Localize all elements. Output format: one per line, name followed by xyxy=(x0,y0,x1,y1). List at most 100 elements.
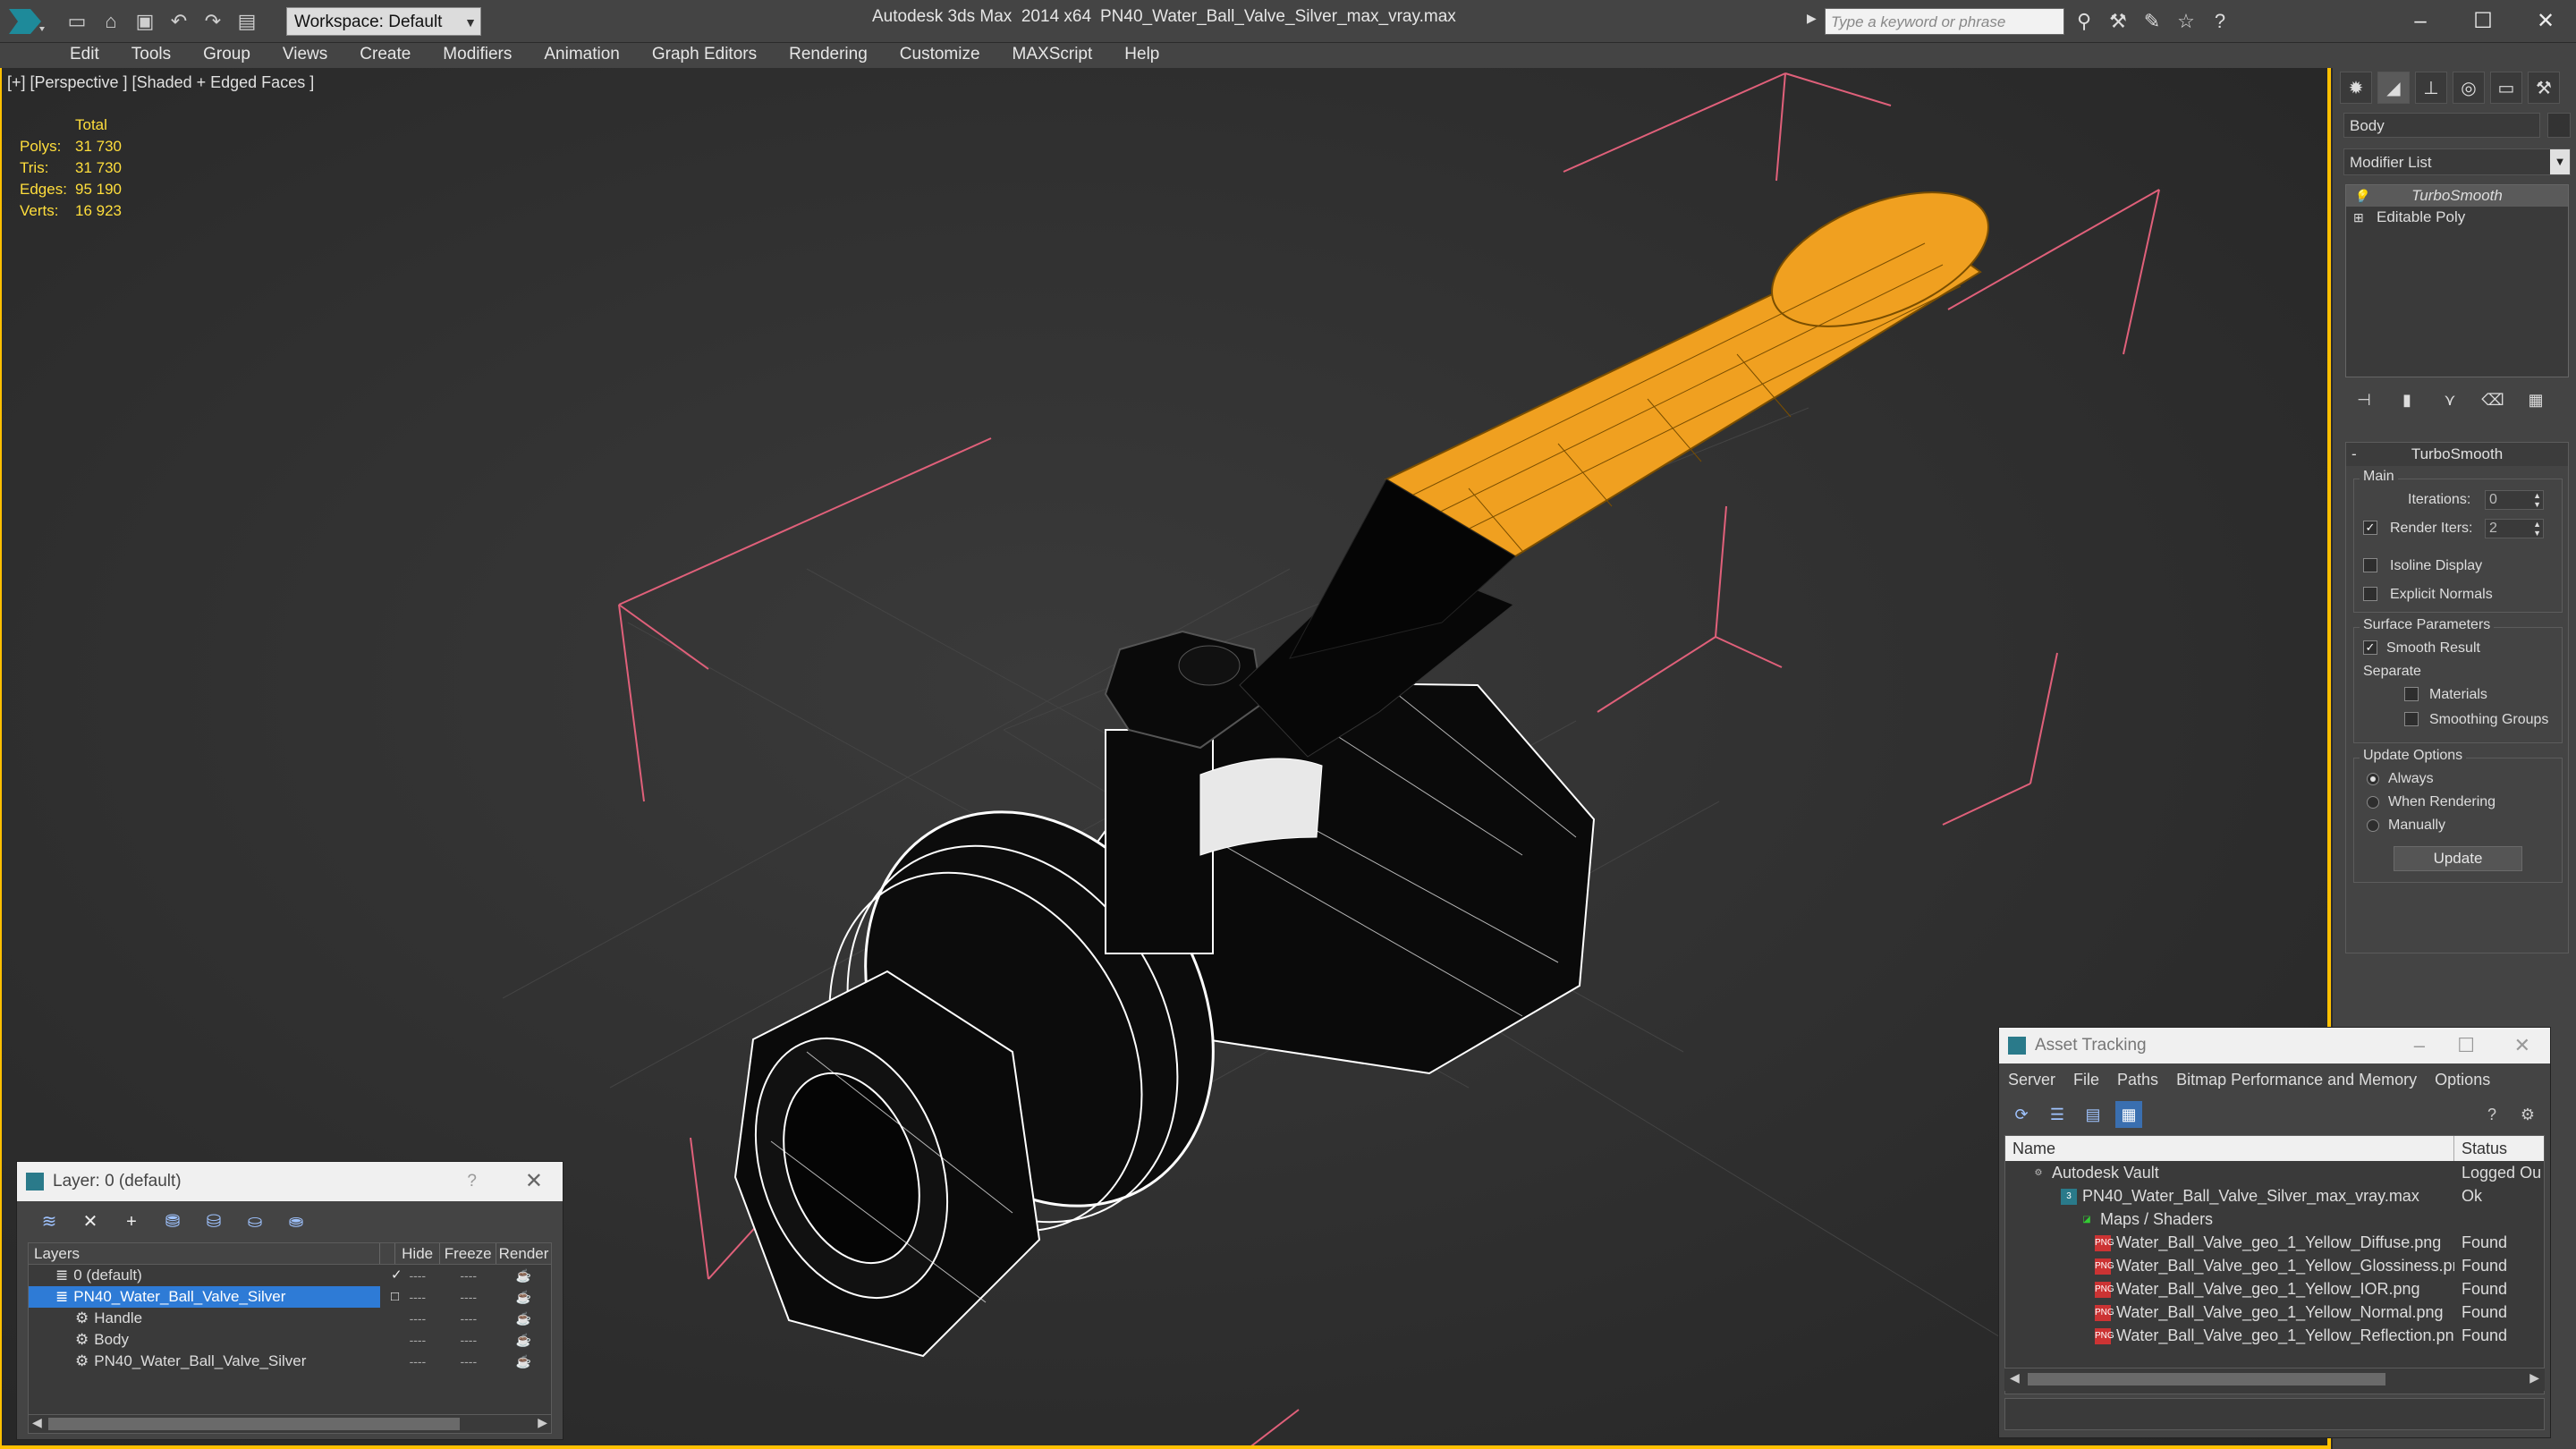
menu-bitmap-performance[interactable]: Bitmap Performance and Memory xyxy=(2176,1071,2417,1089)
column-freeze[interactable]: Freeze xyxy=(440,1243,497,1264)
menu-create[interactable]: Create xyxy=(360,43,411,68)
menu-edit[interactable]: Edit xyxy=(70,43,99,68)
menu-tools[interactable]: Tools xyxy=(131,43,171,68)
help-icon[interactable]: ? xyxy=(2479,1101,2505,1128)
scrollbar-thumb[interactable] xyxy=(2028,1373,2385,1385)
column-status[interactable]: Status xyxy=(2454,1136,2544,1161)
select-objects-icon[interactable]: ⛃ xyxy=(158,1208,187,1235)
scrollbar-thumb[interactable] xyxy=(48,1418,460,1430)
menu-animation[interactable]: Animation xyxy=(544,43,620,68)
hide-toggle[interactable]: ---- xyxy=(394,1351,440,1372)
project-folder-icon[interactable]: ▤ xyxy=(233,7,261,36)
layer-window-titlebar[interactable]: Layer: 0 (default) ? ✕ xyxy=(17,1162,563,1201)
workspace-dropdown[interactable]: Workspace: Default ▼ xyxy=(286,7,481,36)
search-expand-icon[interactable]: ▶ xyxy=(1807,11,1817,26)
freeze-toggle[interactable]: ---- xyxy=(440,1286,496,1308)
asset-row[interactable]: PNG Water_Ball_Valve_geo_1_Yellow_Normal.… xyxy=(2005,1301,2544,1324)
layer-row[interactable]: ≣ PN40_Water_Ball_Valve_Silver □ ---- ---… xyxy=(29,1286,551,1308)
hide-toggle[interactable]: ---- xyxy=(394,1308,440,1329)
asset-row[interactable]: ⚙ Autodesk Vault Logged Ou xyxy=(2005,1161,2544,1184)
when-rendering-radio[interactable] xyxy=(2367,796,2379,809)
favorites-star-icon[interactable]: ☆ xyxy=(2172,7,2200,36)
asset-row[interactable]: ◪ Maps / Shaders xyxy=(2005,1208,2544,1231)
asset-row[interactable]: PNG Water_Ball_Valve_geo_1_Yellow_IOR.png… xyxy=(2005,1277,2544,1301)
search-input[interactable]: Type a keyword or phrase xyxy=(1825,8,2064,35)
scroll-right-icon[interactable]: ▶ xyxy=(538,1415,547,1430)
smooth-result-checkbox[interactable]: ✓ xyxy=(2363,640,2377,655)
layer-row[interactable]: ⚙ Body ---- ---- ☕ xyxy=(29,1329,551,1351)
undo-icon[interactable]: ↶ xyxy=(165,7,193,36)
explicit-normals-checkbox[interactable] xyxy=(2363,587,2377,601)
freeze-toggle[interactable]: ---- xyxy=(440,1351,496,1372)
render-teapot-icon[interactable]: ☕ xyxy=(496,1351,551,1372)
menu-maxscript[interactable]: MAXScript xyxy=(1013,43,1093,68)
hide-all-icon[interactable]: ⛀ xyxy=(241,1208,269,1235)
render-teapot-icon[interactable]: ☕ xyxy=(496,1265,551,1286)
settings-icon[interactable]: ⚙ xyxy=(2514,1101,2541,1128)
lightbulb-icon[interactable]: 💡 xyxy=(2353,185,2368,207)
redo-icon[interactable]: ↷ xyxy=(199,7,227,36)
column-layers[interactable]: Layers xyxy=(29,1243,381,1264)
column-render[interactable]: Render xyxy=(496,1243,551,1264)
asset-row[interactable]: PNG Water_Ball_Valve_geo_1_Yellow_Diffuse… xyxy=(2005,1231,2544,1254)
menu-views[interactable]: Views xyxy=(283,43,327,68)
menu-paths[interactable]: Paths xyxy=(2117,1071,2158,1089)
render-iters-checkbox[interactable]: ✓ xyxy=(2363,521,2377,535)
hide-toggle[interactable]: ---- xyxy=(394,1329,440,1351)
close-button[interactable]: ✕ xyxy=(2519,4,2572,39)
smoothing-groups-checkbox[interactable] xyxy=(2404,712,2419,726)
manually-radio[interactable] xyxy=(2367,819,2379,832)
help-button[interactable]: ? xyxy=(467,1162,477,1201)
new-file-icon[interactable]: ▭ xyxy=(63,7,91,36)
minimize-icon[interactable]: – xyxy=(2414,1028,2425,1063)
menu-help[interactable]: Help xyxy=(1124,43,1159,68)
layer-row[interactable]: ⚙ Handle ---- ---- ☕ xyxy=(29,1308,551,1329)
close-icon[interactable]: ✕ xyxy=(2514,1028,2530,1063)
current-layer-icon[interactable]: ✓ xyxy=(391,1265,405,1286)
menu-modifiers[interactable]: Modifiers xyxy=(443,43,512,68)
object-color-swatch[interactable] xyxy=(2547,113,2571,138)
detail-view-icon[interactable]: ▤ xyxy=(2080,1101,2106,1128)
modifier-list-dropdown[interactable]: Modifier List ▼ xyxy=(2343,148,2571,175)
modify-tab-icon[interactable]: ◢ xyxy=(2377,72,2410,104)
new-layer-icon[interactable]: ≋ xyxy=(35,1208,64,1235)
menu-group[interactable]: Group xyxy=(203,43,250,68)
communication-icon[interactable]: ✎ xyxy=(2138,7,2166,36)
delete-layer-icon[interactable]: ✕ xyxy=(76,1208,105,1235)
scroll-right-icon[interactable]: ▶ xyxy=(2529,1370,2539,1385)
subscription-icon[interactable]: ⚒ xyxy=(2104,7,2132,36)
pin-stack-icon[interactable]: ⊣ xyxy=(2351,386,2377,413)
refresh-icon[interactable]: ⟳ xyxy=(2008,1101,2035,1128)
menu-graph-editors[interactable]: Graph Editors xyxy=(652,43,757,68)
current-layer-checkbox[interactable]: □ xyxy=(391,1286,405,1308)
motion-tab-icon[interactable]: ◎ xyxy=(2453,72,2485,104)
app-logo-icon[interactable] xyxy=(4,4,50,39)
maximize-icon[interactable]: ☐ xyxy=(2457,1028,2475,1063)
asset-row[interactable]: PNG Water_Ball_Valve_geo_1_Yellow_Glossin… xyxy=(2005,1254,2544,1277)
stack-item-turbosmooth[interactable]: 💡 TurboSmooth xyxy=(2346,185,2568,207)
scroll-left-icon[interactable]: ◀ xyxy=(32,1415,42,1430)
menu-rendering[interactable]: Rendering xyxy=(789,43,868,68)
freeze-toggle[interactable]: ---- xyxy=(440,1265,496,1286)
render-iters-spinner[interactable]: 2 ▲ ▼ xyxy=(2485,519,2544,538)
layer-row[interactable]: ⚙ PN40_Water_Ball_Valve_Silver ---- ---- … xyxy=(29,1351,551,1372)
render-teapot-icon[interactable]: ☕ xyxy=(496,1286,551,1308)
freeze-toggle[interactable]: ---- xyxy=(440,1308,496,1329)
column-name[interactable]: Name xyxy=(2005,1136,2454,1161)
make-unique-icon[interactable]: ⋎ xyxy=(2436,386,2463,413)
display-tab-icon[interactable]: ▭ xyxy=(2490,72,2522,104)
update-button[interactable]: Update xyxy=(2394,846,2522,871)
spinner-arrows-icon[interactable]: ▲ ▼ xyxy=(2533,520,2541,538)
always-radio[interactable] xyxy=(2367,773,2379,785)
asset-row[interactable]: 3 PN40_Water_Ball_Valve_Silver_max_vray.m… xyxy=(2005,1184,2544,1208)
remove-modifier-icon[interactable]: ⌫ xyxy=(2479,386,2506,413)
viewport-label[interactable]: [+] [Perspective ] [Shaded + Edged Faces… xyxy=(7,73,314,92)
freeze-toggle[interactable]: ---- xyxy=(440,1329,496,1351)
show-end-result-icon[interactable]: ▮ xyxy=(2394,386,2420,413)
expand-plus-icon[interactable]: ⊞ xyxy=(2353,207,2364,228)
render-teapot-icon[interactable]: ☕ xyxy=(496,1308,551,1329)
configure-modifier-sets-icon[interactable]: ▦ xyxy=(2522,386,2549,413)
asset-row[interactable]: PNG Water_Ball_Valve_geo_1_Yellow_Reflect… xyxy=(2005,1324,2544,1347)
render-teapot-icon[interactable]: ☕ xyxy=(496,1329,551,1351)
freeze-all-icon[interactable]: ⛂ xyxy=(282,1208,310,1235)
